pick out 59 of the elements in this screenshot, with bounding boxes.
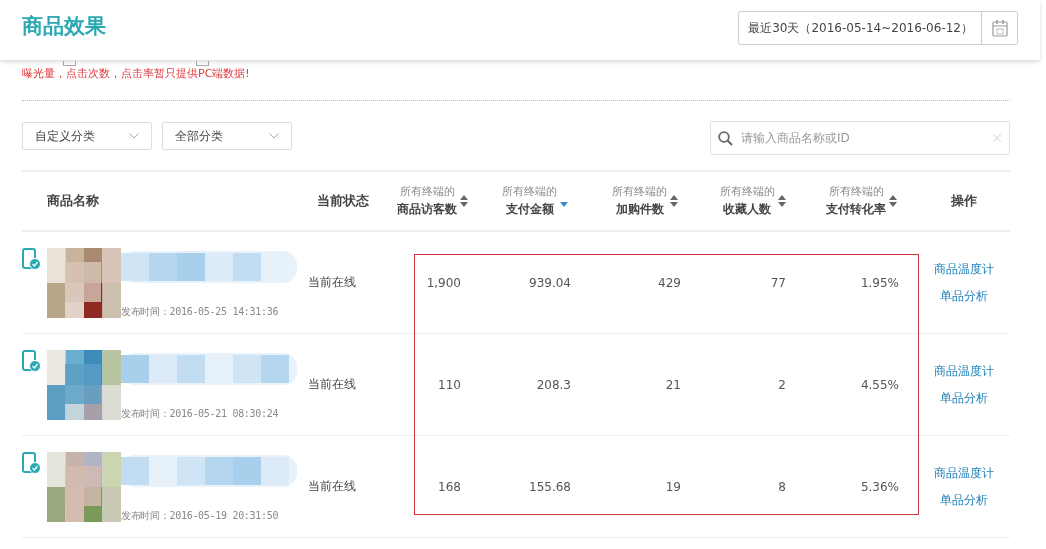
column-header-caption: 所有终端的 [399,183,455,200]
table-cell-text: 8 [777,479,787,494]
table-cell-text: 155.68 [528,479,572,494]
table-cell-text: 19 [664,479,682,494]
column-header-caption: 所有终端的 [612,183,667,200]
sort-icon[interactable] [670,195,678,207]
checkbox[interactable] [196,61,209,66]
sort-icon[interactable] [777,195,786,207]
action-link[interactable]: 商品温度计 [934,464,994,482]
mobile-check-icon [22,452,41,474]
column-header: 商品名称 [47,193,99,208]
column-header: 当前状态 [316,193,369,208]
table-cell-text: 1.95% [859,275,900,290]
publish-time: 发布时间：2016-05-25 14:31:36 [121,305,280,319]
action-link[interactable]: 单品分析 [940,287,988,305]
sort-icon[interactable] [889,195,897,207]
sort-icon[interactable] [460,195,468,207]
table-cell-text: 429 [657,275,682,290]
table-cell-text: 110 [437,377,462,392]
chevron-down-icon [129,133,139,139]
table-cell-text: 2 [777,377,787,392]
table-cell-text: 当前在线 [307,376,357,393]
table-cell-text: 21 [664,377,682,392]
column-header: 操作 [951,193,977,208]
mobile-check-icon [22,248,41,270]
date-range-picker[interactable]: 最近30天（2016-05-14~2016-06-12） [738,11,1018,45]
table-cell-text: 77 [769,275,787,290]
search-icon [718,130,733,146]
page-title: 商品效果 [22,13,106,40]
column-header[interactable]: 商品访客数 [397,200,457,219]
search-field[interactable]: 请输入商品名称或ID [710,120,1010,155]
table-cell-text: 168 [437,479,462,494]
table-cell-text: 当前在线 [307,478,357,495]
action-link[interactable]: 单品分析 [940,491,988,509]
category-dropdown[interactable]: 全部分类 [162,122,292,150]
column-header-caption: 所有终端的 [719,183,775,200]
action-link[interactable]: 商品温度计 [934,260,994,278]
table-cell-text: 4.55% [859,377,900,392]
checkbox[interactable] [63,61,76,66]
action-link[interactable]: 商品温度计 [934,362,994,380]
table-cell-text: 939.04 [528,275,572,290]
table-cell-text: 5.36% [859,479,900,494]
publish-time: 发布时间：2016-05-19 20:31:50 [121,509,280,523]
table-cell-text: 当前在线 [307,274,357,291]
column-header[interactable]: 收藏人数 [723,200,771,219]
column-header-caption: 所有终端的 [502,183,557,200]
notice-text: 曝光量，点击次数，点击率暂只提供PC端数据! [22,66,251,82]
action-link[interactable]: 单品分析 [940,389,988,407]
column-header[interactable]: 支付金额 [505,200,554,219]
category-dropdown[interactable]: 自定义分类 [22,122,152,150]
column-header-caption: 所有终端的 [828,183,884,200]
column-header[interactable]: 支付转化率 [826,200,886,219]
chevron-down-icon [269,133,279,139]
calendar-icon [991,19,1008,37]
table-cell-text: 1,900 [425,275,462,290]
table-cell-text: 208.3 [535,377,572,392]
mobile-check-icon [22,350,41,372]
column-header[interactable]: 加购件数 [615,200,664,219]
publish-time: 发布时间：2016-05-21 08:30:24 [121,407,280,421]
